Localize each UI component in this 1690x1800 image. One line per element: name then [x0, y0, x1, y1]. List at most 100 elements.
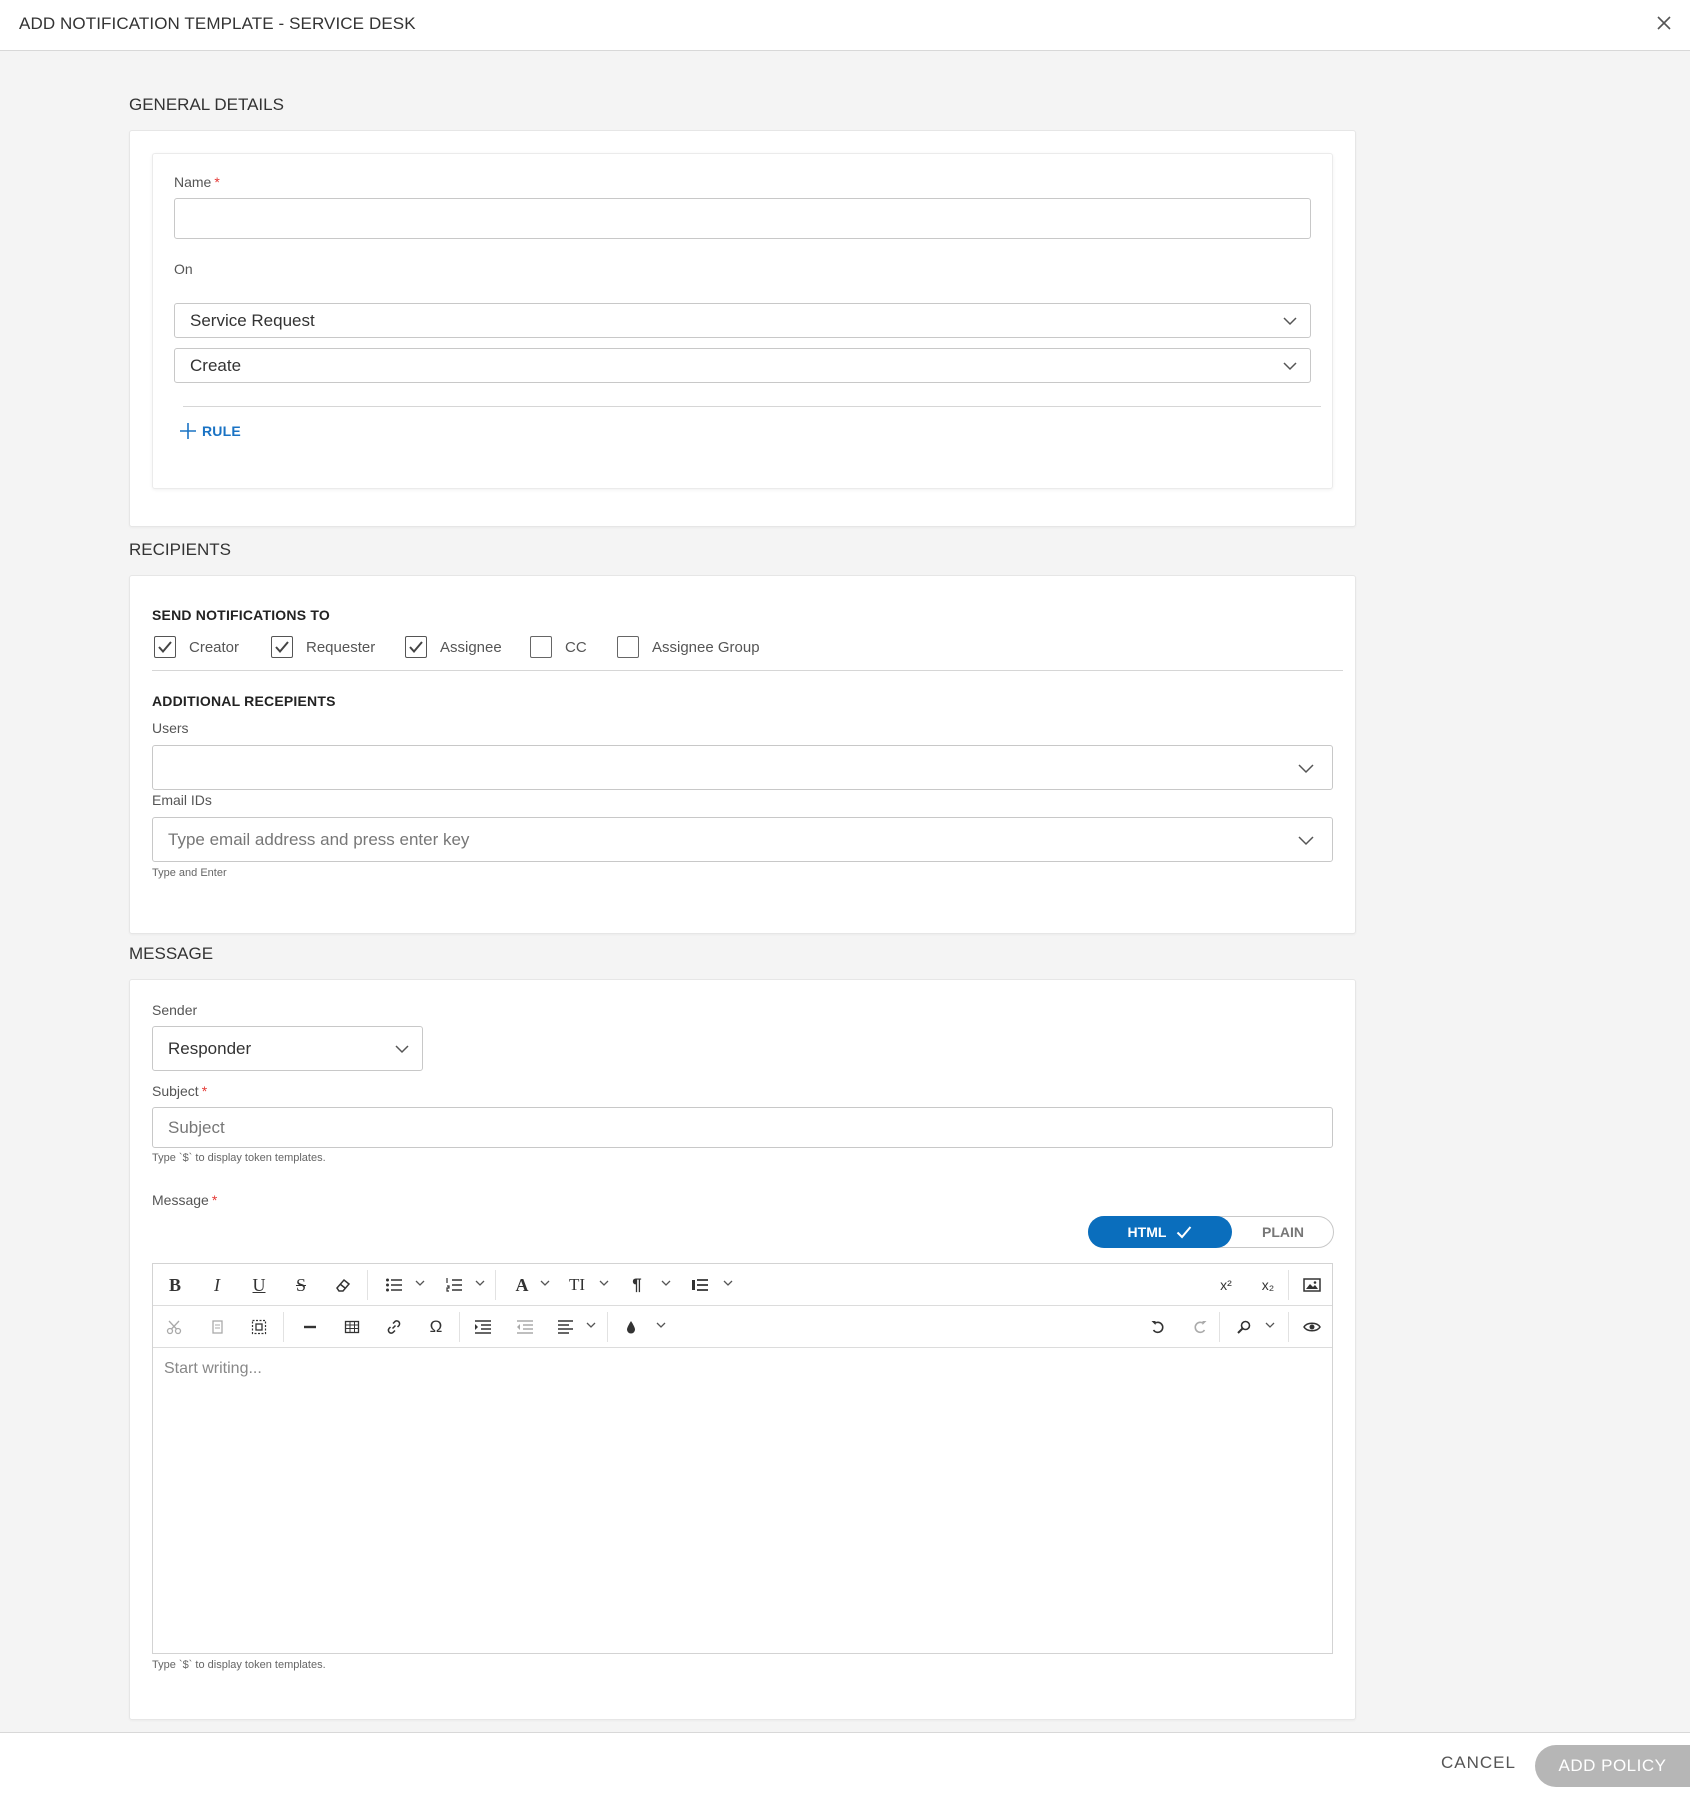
subject-hint: Type `$` to display token templates. — [152, 1152, 326, 1164]
subject-input[interactable]: Subject — [152, 1107, 1333, 1148]
checkbox-icon — [617, 636, 639, 658]
chevron-down-icon — [395, 1044, 409, 1053]
name-input[interactable] — [174, 198, 1311, 239]
plain-toggle-option[interactable]: PLAIN — [1232, 1217, 1334, 1247]
underline-icon[interactable]: U — [247, 1272, 271, 1298]
on-label: On — [174, 261, 193, 277]
checkbox-requester[interactable]: Requester — [271, 636, 375, 658]
toolbar-separator — [1288, 1270, 1289, 1300]
editor-placeholder: Start writing... — [164, 1360, 262, 1377]
dialog-footer: CANCEL ADD POLICY — [0, 1732, 1690, 1800]
on-entity-value: Service Request — [190, 310, 315, 330]
email-placeholder: Type email address and press enter key — [168, 829, 470, 849]
copy-icon[interactable] — [205, 1314, 229, 1340]
cut-icon[interactable] — [163, 1314, 187, 1340]
search-icon[interactable] — [1232, 1314, 1256, 1340]
checkbox-icon — [405, 636, 427, 658]
chevron-down-icon[interactable] — [414, 1277, 426, 1289]
font-family-icon[interactable]: A — [510, 1272, 534, 1298]
preview-eye-icon[interactable] — [1300, 1314, 1324, 1340]
dialog-header: ADD NOTIFICATION TEMPLATE - SERVICE DESK — [0, 0, 1690, 51]
font-size-icon[interactable]: TI — [564, 1272, 590, 1298]
special-character-icon[interactable]: Ω — [424, 1314, 448, 1340]
eraser-icon[interactable] — [331, 1272, 355, 1298]
message-label: Message * — [152, 1192, 218, 1208]
general-details-card: Name * On Service Request Create RULE — [129, 130, 1356, 527]
horizontal-line-icon[interactable] — [298, 1314, 322, 1340]
superscript-icon[interactable]: x² — [1214, 1272, 1238, 1298]
chevron-down-icon[interactable] — [655, 1319, 667, 1331]
users-label: Users — [152, 720, 189, 736]
undo-icon[interactable] — [1146, 1314, 1170, 1340]
email-hint: Type and Enter — [152, 867, 227, 879]
text-color-icon[interactable] — [619, 1314, 643, 1340]
users-select[interactable] — [152, 745, 1333, 790]
name-label: Name * — [174, 174, 220, 190]
italic-icon[interactable]: I — [205, 1272, 229, 1298]
sender-label: Sender — [152, 1002, 198, 1018]
checkbox-creator[interactable]: Creator — [154, 636, 239, 658]
message-title: MESSAGE — [129, 944, 214, 963]
checkbox-assignee[interactable]: Assignee — [405, 636, 502, 658]
message-hint: Type `$` to display token templates. — [152, 1659, 326, 1671]
divider — [152, 670, 1343, 671]
toolbar-separator — [283, 1312, 284, 1342]
checkbox-label: Assignee Group — [652, 638, 760, 656]
sender-select[interactable]: Responder — [152, 1026, 423, 1071]
chevron-down-icon[interactable] — [722, 1277, 734, 1289]
subscript-icon[interactable]: x₂ — [1256, 1272, 1280, 1298]
checkbox-icon — [530, 636, 552, 658]
strikethrough-icon[interactable]: S — [289, 1272, 313, 1298]
cancel-button[interactable]: CANCEL — [1441, 1753, 1516, 1773]
subject-placeholder: Subject — [168, 1117, 225, 1137]
chevron-down-icon[interactable] — [1264, 1319, 1276, 1331]
format-toggle: HTML PLAIN — [1088, 1216, 1334, 1248]
editor-toolbar-row-2: Ω — [153, 1306, 1332, 1348]
toolbar-separator — [459, 1312, 460, 1342]
editor-content-area[interactable]: Start writing... — [164, 1360, 262, 1378]
on-event-select[interactable]: Create — [174, 348, 1311, 383]
checkbox-assignee-group[interactable]: Assignee Group — [617, 636, 760, 658]
bullet-list-icon[interactable] — [382, 1272, 406, 1298]
rich-text-editor: B I U S A TI ¶ x² x₂ Ω Start writing... — [152, 1263, 1333, 1654]
chevron-down-icon — [1283, 361, 1297, 370]
formats-icon[interactable] — [688, 1272, 712, 1298]
close-icon[interactable] — [1654, 13, 1674, 33]
chevron-down-icon[interactable] — [598, 1277, 610, 1289]
toolbar-separator — [607, 1312, 608, 1342]
on-entity-select[interactable]: Service Request — [174, 303, 1311, 338]
check-icon — [1177, 1226, 1192, 1239]
indent-icon[interactable] — [471, 1314, 495, 1340]
add-rule-label: RULE — [202, 423, 241, 439]
table-icon[interactable] — [340, 1314, 364, 1340]
image-icon[interactable] — [1300, 1272, 1324, 1298]
chevron-down-icon[interactable] — [539, 1277, 551, 1289]
toolbar-separator — [367, 1270, 368, 1300]
checkbox-cc[interactable]: CC — [530, 636, 587, 658]
numbered-list-icon[interactable] — [442, 1272, 466, 1298]
bold-icon[interactable]: B — [163, 1272, 187, 1298]
outdent-icon[interactable] — [513, 1314, 537, 1340]
toolbar-separator — [495, 1270, 496, 1300]
redo-icon[interactable] — [1188, 1314, 1212, 1340]
chevron-down-icon — [1298, 835, 1314, 845]
select-all-icon[interactable] — [247, 1314, 271, 1340]
paragraph-icon[interactable]: ¶ — [625, 1272, 649, 1298]
chevron-down-icon[interactable] — [474, 1277, 486, 1289]
link-icon[interactable] — [382, 1314, 406, 1340]
add-rule-button[interactable]: RULE — [179, 422, 241, 440]
checkbox-icon — [154, 636, 176, 658]
email-ids-input[interactable]: Type email address and press enter key — [152, 817, 1333, 862]
checkbox-icon — [271, 636, 293, 658]
chevron-down-icon — [1298, 763, 1314, 773]
chevron-down-icon[interactable] — [660, 1277, 672, 1289]
checkbox-label: Assignee — [440, 638, 502, 656]
dialog-content: GENERAL DETAILS Name * On Service Request… — [0, 52, 1690, 1732]
html-toggle-option[interactable]: HTML — [1088, 1216, 1232, 1248]
align-icon[interactable] — [554, 1314, 578, 1340]
add-policy-button[interactable]: ADD POLICY — [1535, 1745, 1690, 1787]
chevron-down-icon — [1283, 316, 1297, 325]
send-to-label: SEND NOTIFICATIONS TO — [152, 607, 330, 623]
chevron-down-icon[interactable] — [585, 1319, 597, 1331]
scrollbar[interactable] — [1686, 52, 1690, 1732]
